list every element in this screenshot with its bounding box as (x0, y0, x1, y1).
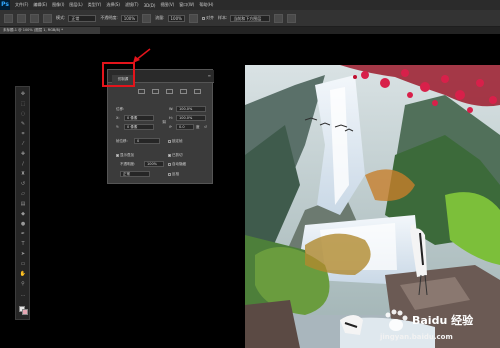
auto-hide-label: 自动隐藏 (172, 162, 186, 166)
eyedropper-tool-icon[interactable]: ⁄ (19, 141, 27, 147)
invert-checkbox[interactable]: 反相 (168, 172, 179, 177)
more-tools-icon[interactable]: … (19, 292, 27, 298)
document-tab[interactable]: 未标题-1 @ 100% (图层 1, RGB/8) * (0, 27, 100, 34)
x-label: X: (116, 116, 120, 120)
healing-brush-tool-icon[interactable]: ✚ (19, 151, 27, 157)
y-offset-input[interactable]: 0 像素 (124, 124, 154, 130)
clipped-checkbox[interactable]: 已剪切 (168, 153, 183, 158)
lock-frame-label: 锁定帧 (172, 139, 183, 143)
options-bar: 模式: 正常 不透明度: 100% 流量: 100% 对齐 样本: 当前和下方图… (0, 10, 500, 27)
mode-label: 模式: (56, 15, 66, 20)
path-selection-tool-icon[interactable]: ➤ (19, 251, 27, 257)
h-label: H: (169, 116, 173, 120)
height-scale-input[interactable]: 100.0% (176, 115, 206, 121)
menu-filter[interactable]: 滤镜(T) (125, 2, 139, 8)
dodge-tool-icon[interactable]: ● (19, 221, 27, 227)
opacity-input[interactable]: 100% (120, 14, 139, 22)
clone-source-3-icon[interactable] (166, 89, 173, 94)
align-checkbox[interactable]: 对齐 (201, 15, 214, 21)
align-check-icon (201, 16, 205, 20)
type-tool-icon[interactable]: T (19, 241, 27, 247)
link-icon[interactable]: ⛓ (162, 120, 166, 124)
flow-input[interactable]: 100% (167, 14, 185, 22)
background-color-swatch[interactable] (22, 309, 28, 315)
move-tool-icon[interactable]: ✥ (19, 91, 27, 97)
brush-preset-button[interactable] (17, 13, 26, 23)
mode-select[interactable]: 正常 (68, 14, 97, 22)
opacity-label: 不透明度: (100, 15, 118, 20)
y-label: Y: (116, 125, 119, 129)
stamp-tool-preset-button[interactable] (4, 13, 13, 23)
pen-tool-icon[interactable]: ✒ (19, 231, 27, 237)
show-overlay-label: 显示叠加 (120, 153, 134, 157)
menu-layer[interactable]: 图层(L) (69, 2, 82, 8)
airbrush-icon[interactable] (188, 13, 198, 23)
menu-image[interactable]: 图像(I) (52, 2, 64, 8)
clone-source-2-icon[interactable] (152, 89, 159, 94)
auto-hide-checkbox[interactable]: 自动隐藏 (168, 162, 186, 167)
x-offset-input[interactable]: 0 像素 (124, 115, 154, 121)
overlay-opacity-label: 不透明度: (120, 162, 136, 166)
lasso-tool-icon[interactable]: ◌ (19, 111, 27, 117)
pressure-opacity-icon[interactable] (142, 13, 152, 23)
ignore-adjustment-layers-icon[interactable] (274, 13, 284, 23)
pointer-arrow-icon (133, 48, 151, 63)
highlight-box (102, 62, 135, 87)
menu-select[interactable]: 选择(S) (106, 2, 120, 8)
toggle-clone-source-button[interactable] (43, 13, 52, 23)
crop-tool-icon[interactable]: ⌗ (19, 131, 27, 137)
menu-type[interactable]: 类型(Y) (88, 2, 102, 8)
eraser-tool-icon[interactable]: ▱ (19, 191, 27, 197)
menu-window[interactable]: 窗口(W) (179, 2, 194, 8)
toggle-brush-panel-button[interactable] (30, 13, 39, 23)
clone-source-1-icon[interactable] (138, 89, 145, 94)
menu-bar: Ps 文件(F) 编辑(E) 图像(I) 图层(L) 类型(Y) 选择(S) 滤… (0, 0, 500, 10)
canvas-image[interactable] (245, 65, 500, 348)
frame-offset-label: 帧位移: (116, 139, 128, 143)
menu-view[interactable]: 视图(V) (160, 2, 174, 8)
menu-file[interactable]: 文件(F) (15, 2, 28, 8)
sample-label: 样本: (217, 15, 228, 20)
rotate-icon: ⟳ (169, 125, 172, 129)
clone-stamp-tool-icon[interactable]: ♜ (19, 171, 27, 177)
w-label: W: (169, 107, 174, 111)
width-scale-input[interactable]: 100.0% (176, 106, 206, 112)
marquee-tool-icon[interactable]: ⬚ (19, 101, 27, 107)
menu-help[interactable]: 帮助(H) (199, 2, 213, 8)
align-label: 对齐 (205, 15, 214, 20)
offset-label: 位移: (116, 107, 125, 111)
photoshop-logo: Ps (0, 0, 10, 10)
watermark-url: jingyan.baidu.com (380, 333, 453, 341)
zoom-tool-icon[interactable]: ⚲ (19, 281, 27, 287)
angle-input[interactable]: 0.0 (176, 124, 194, 130)
gradient-tool-icon[interactable]: ▤ (19, 201, 27, 207)
menu-3d[interactable]: 3D(D) (144, 3, 156, 8)
shape-tool-icon[interactable]: ▭ (19, 261, 27, 267)
watermark-brand: Baidu 经验 (412, 314, 474, 327)
show-overlay-checkbox[interactable]: 显示叠加 (116, 153, 134, 158)
invert-label: 反相 (172, 172, 179, 176)
flow-label: 流量: (155, 15, 165, 20)
lock-frame-checkbox[interactable]: 锁定帧 (168, 139, 183, 144)
tools-panel: ✥ ⬚ ◌ ✎ ⌗ ⁄ ✚ ∕ ♜ ↺ ▱ ▤ ◆ ● ✒ T ➤ ▭ ✋ ⚲ … (15, 86, 30, 320)
brush-tool-icon[interactable]: ∕ (19, 161, 27, 167)
hand-tool-icon[interactable]: ✋ (19, 271, 27, 277)
blur-tool-icon[interactable]: ◆ (19, 211, 27, 217)
sample-select[interactable]: 当前和下方图层 (230, 14, 271, 22)
clipped-label: 已剪切 (172, 153, 183, 157)
clone-source-5-icon[interactable] (194, 89, 201, 94)
angle-unit: 度 (196, 125, 200, 129)
panel-menu-icon[interactable]: ≡ (208, 73, 211, 78)
history-brush-tool-icon[interactable]: ↺ (19, 181, 27, 187)
waterfall-landscape-image (245, 65, 500, 348)
overlay-opacity-input[interactable]: 100% (144, 161, 164, 167)
overlay-mode-select[interactable]: 正常 (120, 171, 150, 177)
quick-select-tool-icon[interactable]: ✎ (19, 121, 27, 127)
frame-offset-input[interactable]: 0 (134, 138, 160, 144)
pressure-size-icon[interactable] (287, 13, 297, 23)
reset-transform-icon[interactable]: ↺ (204, 125, 207, 129)
menu-edit[interactable]: 编辑(E) (33, 2, 47, 8)
clone-source-4-icon[interactable] (180, 89, 187, 94)
